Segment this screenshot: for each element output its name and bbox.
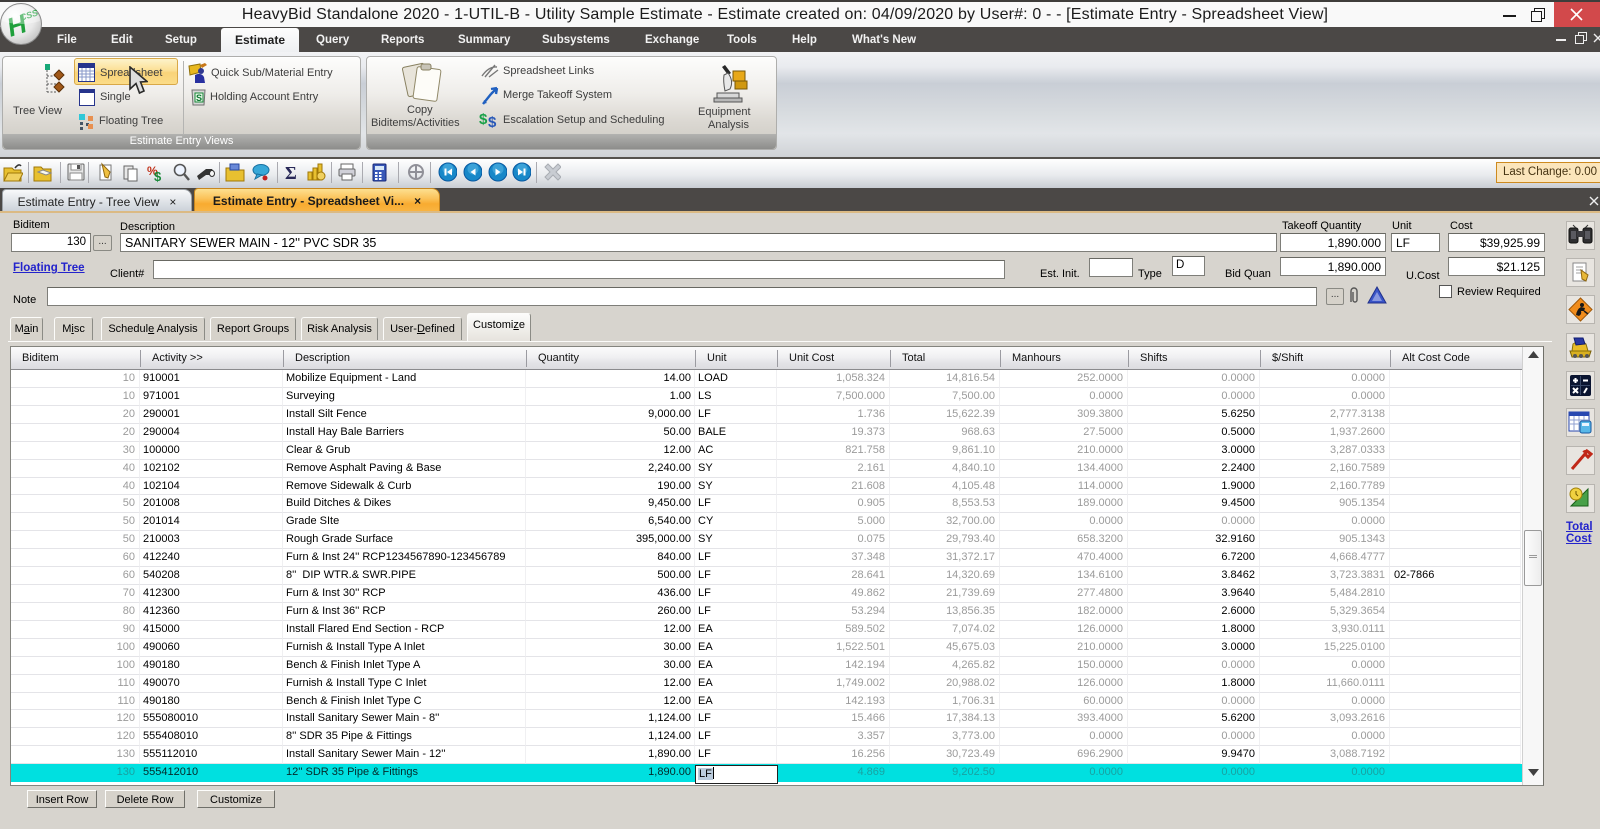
svg-text:$: $ bbox=[479, 111, 488, 128]
svg-text:$: $ bbox=[154, 169, 162, 183]
svg-text:Σ: Σ bbox=[285, 163, 297, 183]
svg-text:S: S bbox=[196, 93, 202, 103]
svg-text:$: $ bbox=[488, 114, 497, 128]
